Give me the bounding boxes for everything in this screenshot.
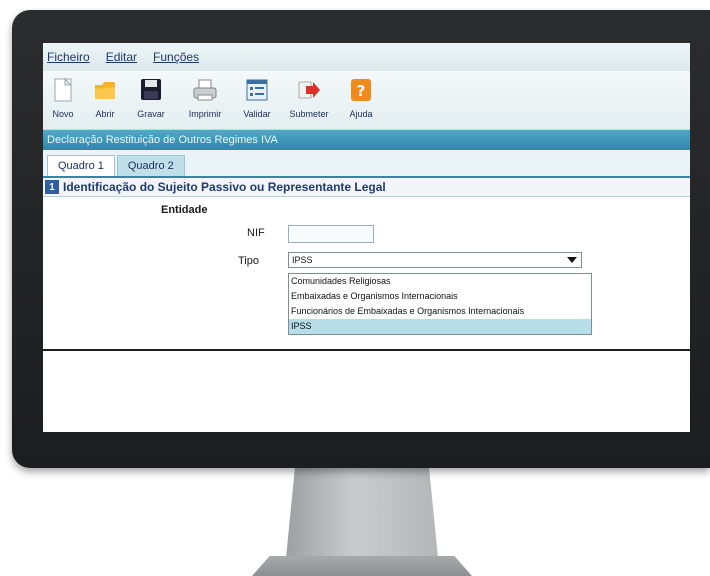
monitor-stand-base <box>252 556 472 576</box>
nif-field[interactable] <box>288 225 374 243</box>
tipo-option[interactable]: Comunidades Religiosas <box>289 274 591 289</box>
submit-button[interactable]: Submeter <box>283 71 335 119</box>
submit-label: Submeter <box>289 109 329 119</box>
tipo-options-list: Comunidades Religiosas Embaixadas e Orga… <box>288 273 592 335</box>
form-title: Declaração Restituição de Outros Regimes… <box>47 134 278 146</box>
save-icon <box>139 77 163 103</box>
monitor-stand-neck <box>286 466 438 558</box>
open-label: Abrir <box>95 109 115 119</box>
printer-icon <box>193 77 217 103</box>
folder-open-icon <box>93 77 117 103</box>
tipo-select[interactable]: IPSS <box>288 252 582 268</box>
help-button[interactable]: ? Ajuda <box>341 71 381 119</box>
menu-editar[interactable]: Editar <box>106 50 137 64</box>
tipo-option[interactable]: Funcionários de Embaixadas e Organismos … <box>289 304 591 319</box>
app-window: Ficheiro Editar Funções Novo Abrir Grava… <box>43 43 690 432</box>
submit-arrow-icon <box>297 77 321 103</box>
tab-bar: Quadro 1 Quadro 2 <box>43 150 690 178</box>
tab-quadro-1[interactable]: Quadro 1 <box>47 155 115 176</box>
tipo-option-selected[interactable]: IPSS <box>289 319 591 334</box>
section-title: Identificação do Sujeito Passivo ou Repr… <box>63 180 386 194</box>
nif-label: NIF <box>247 227 265 239</box>
menu-ficheiro[interactable]: Ficheiro <box>47 50 90 64</box>
menu-bar: Ficheiro Editar Funções <box>43 43 690 71</box>
divider <box>43 349 690 351</box>
menu-funcoes[interactable]: Funções <box>153 50 199 64</box>
section-header: 1 Identificação do Sujeito Passivo ou Re… <box>43 178 690 197</box>
validate-checklist-icon <box>245 77 269 103</box>
help-icon: ? <box>349 77 373 103</box>
open-button[interactable]: Abrir <box>87 71 123 119</box>
validate-label: Validar <box>243 109 271 119</box>
toolbar: Novo Abrir Gravar Imprimir Validar Subme… <box>43 71 690 130</box>
section-number: 1 <box>45 180 59 194</box>
tab-quadro-2[interactable]: Quadro 2 <box>116 155 185 176</box>
chevron-down-icon[interactable] <box>567 257 577 263</box>
print-button[interactable]: Imprimir <box>179 71 231 119</box>
svg-text:?: ? <box>357 82 366 100</box>
new-document-icon <box>51 77 75 103</box>
save-label: Gravar <box>137 109 165 119</box>
print-label: Imprimir <box>188 109 222 119</box>
entidade-label: Entidade <box>161 204 208 216</box>
form-title-bar: Declaração Restituição de Outros Regimes… <box>43 130 690 150</box>
help-label: Ajuda <box>349 109 373 119</box>
save-button[interactable]: Gravar <box>129 71 173 119</box>
new-button[interactable]: Novo <box>45 71 81 119</box>
tipo-option[interactable]: Embaixadas e Organismos Internacionais <box>289 289 591 304</box>
tipo-label: Tipo <box>238 255 259 267</box>
new-label: Novo <box>52 109 74 119</box>
tipo-selected-value: IPSS <box>292 255 313 265</box>
form-area: Entidade NIF Tipo IPSS Comunidades Relig… <box>43 197 690 367</box>
validate-button[interactable]: Validar <box>237 71 277 119</box>
